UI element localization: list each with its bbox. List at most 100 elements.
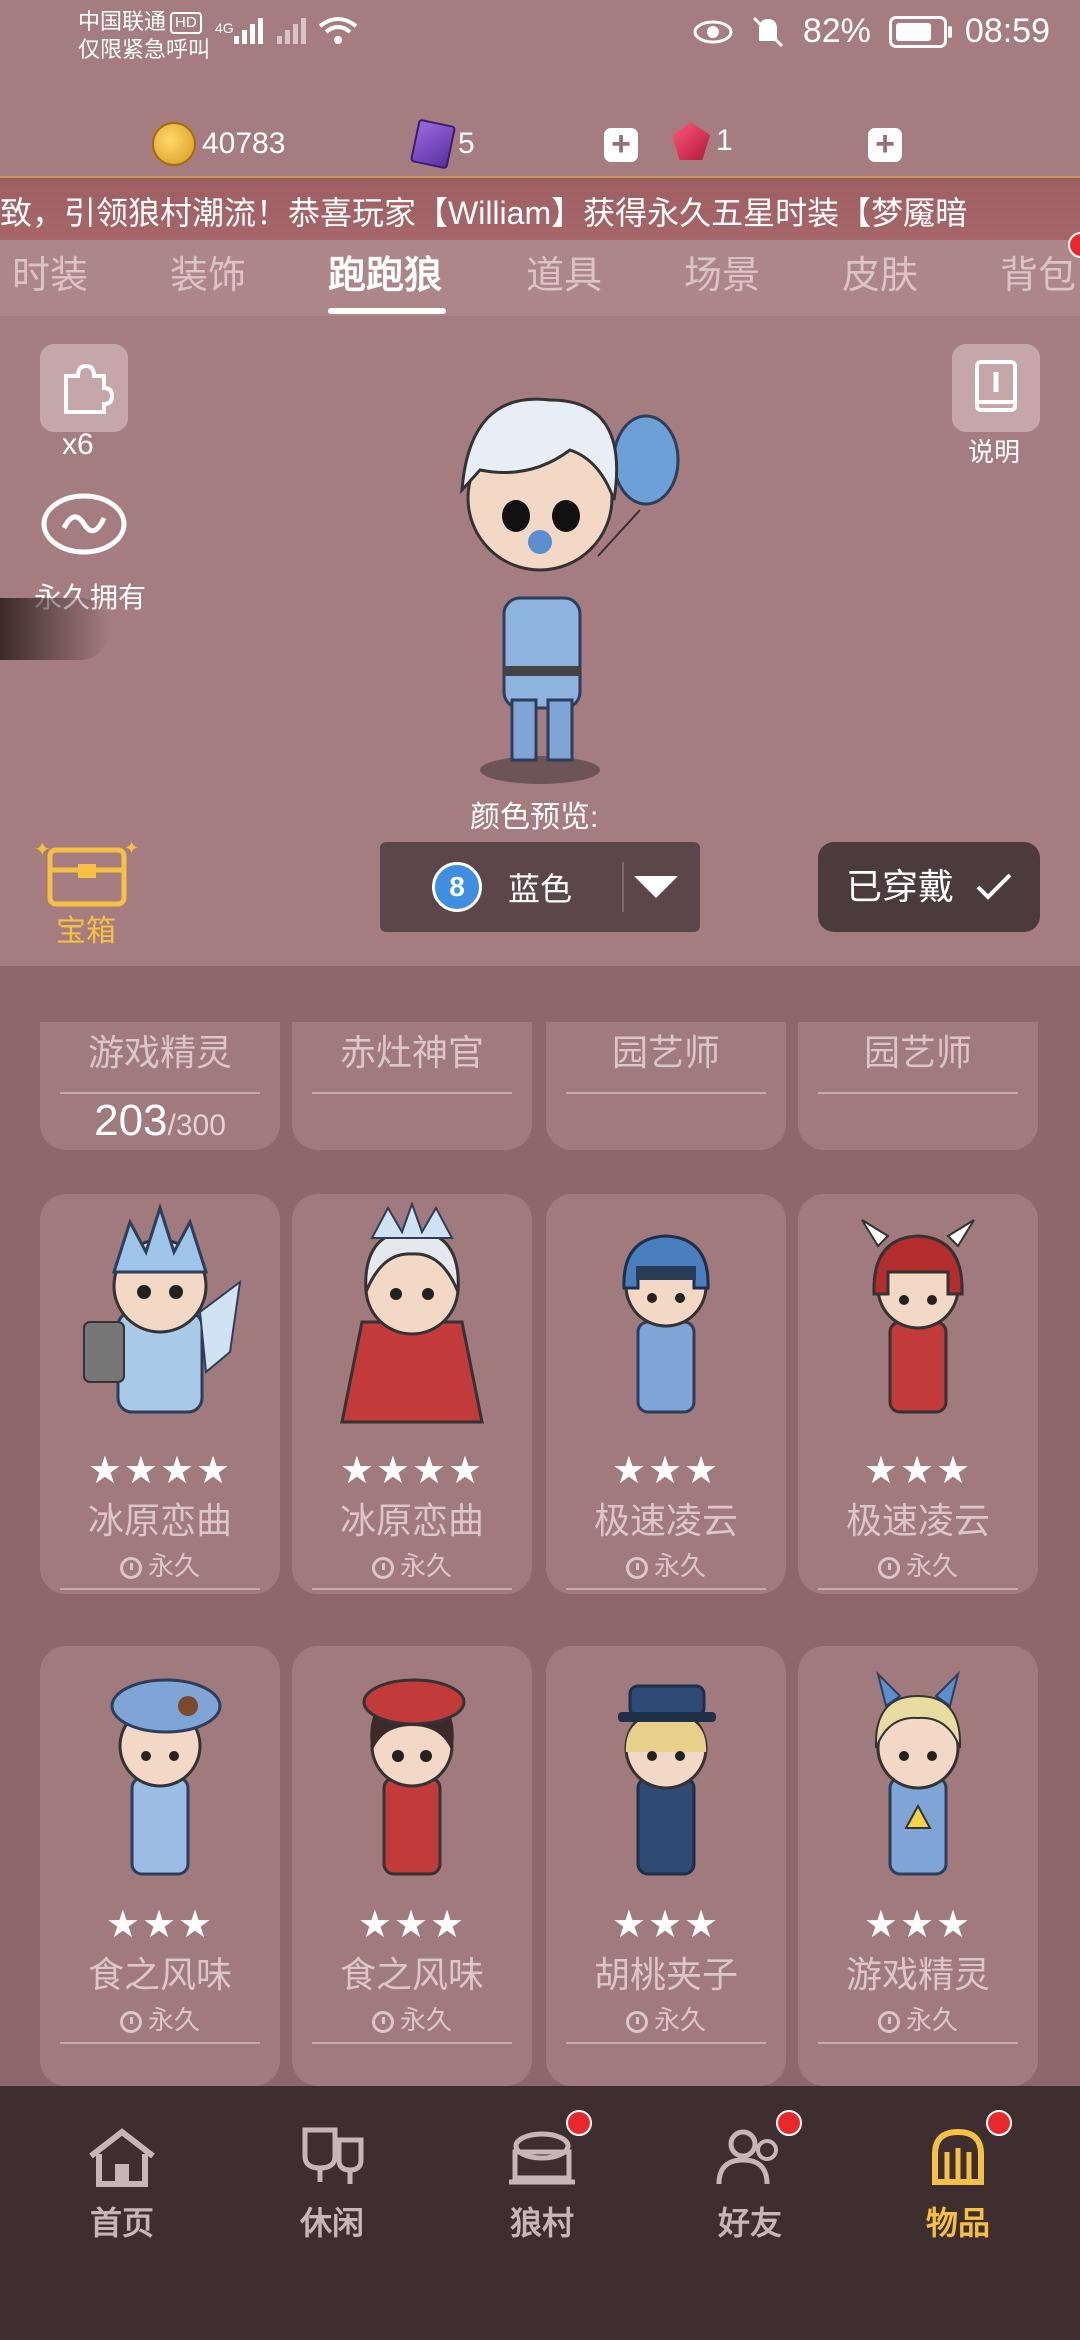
coin-icon xyxy=(152,122,196,166)
ice-knight-avatar xyxy=(83,1203,242,1414)
village-badge xyxy=(566,2110,592,2136)
item-name: 胡桃夹子 xyxy=(593,1954,738,1995)
gem-balance: 1 xyxy=(672,122,733,160)
clock-time: 08:59 xyxy=(964,12,1050,50)
duration-label: 永久 xyxy=(40,2000,280,2037)
item-card[interactable]: 赤灶神官 xyxy=(292,1022,532,1150)
tab-decoration[interactable]: 装饰 xyxy=(170,244,246,299)
tab-scene[interactable]: 场景 xyxy=(684,244,760,299)
item-card[interactable]: ★★★★ 冰原恋曲 永久 xyxy=(40,1194,280,1594)
worn-button[interactable]: 已穿戴 xyxy=(818,842,1040,932)
item-card[interactable]: ★★★ 食之风味 永久 xyxy=(292,1646,532,2086)
tab-props[interactable]: 道具 xyxy=(526,244,602,299)
emergency-text: 仅限紧急呼叫 xyxy=(78,37,211,62)
item-card[interactable]: 园艺师 xyxy=(798,1022,1038,1150)
star-rating: ★★★ xyxy=(611,1450,721,1492)
ice-princess-avatar xyxy=(340,1202,484,1424)
tab-backpack[interactable]: 背包 xyxy=(1000,244,1076,299)
coin-amount: 40783 xyxy=(202,127,286,160)
nav-items[interactable]: 物品 xyxy=(888,2126,1028,2244)
active-tab-indicator xyxy=(328,308,446,314)
select-divider xyxy=(622,862,624,912)
character-preview xyxy=(460,397,680,784)
check-icon xyxy=(976,873,1012,900)
star-rating: ★★★ xyxy=(863,1904,973,1946)
announcement-text: 致，引领狼村潮流！恭喜玩家【William】获得永久五星时装【梦魇暗 xyxy=(0,195,968,231)
nav-label: 首页 xyxy=(89,2205,154,2241)
divider xyxy=(818,2042,1018,2044)
gem-icon xyxy=(672,122,710,160)
signal-2-icon xyxy=(277,18,306,44)
item-name: 园艺师 xyxy=(863,1032,972,1073)
star-rating: ★★★ xyxy=(863,1450,973,1492)
clock-icon xyxy=(877,1557,900,1579)
category-tabs: 时装 装饰 跑跑狼 道具 场景 皮肤 背包 xyxy=(0,240,1080,316)
star-rating: ★★★ xyxy=(611,1904,721,1946)
racer-blue-avatar xyxy=(622,1234,710,1414)
duration-label: 永久 xyxy=(546,1546,786,1583)
item-card[interactable]: ★★★★ 冰原恋曲 永久 xyxy=(292,1194,532,1594)
item-card[interactable]: 游戏精灵 203/300 xyxy=(40,1022,280,1150)
tab-skin[interactable]: 皮肤 xyxy=(842,244,918,299)
leisure-icon xyxy=(302,2127,364,2184)
carrier-info: 中国联通 HD 仅限紧急呼叫 xyxy=(78,8,210,64)
duration-text: 永久 xyxy=(905,1551,958,1581)
item-name: 食之风味 xyxy=(339,1954,484,1995)
puzzle-icon xyxy=(64,363,114,414)
nav-label: 狼村 xyxy=(509,2205,574,2241)
divider xyxy=(60,2042,260,2044)
coin-balance: 40783 xyxy=(152,122,285,166)
chest-icon[interactable]: ✦ ✦ xyxy=(32,836,142,910)
divider xyxy=(818,1092,1018,1094)
clock-icon xyxy=(625,1557,648,1579)
color-select[interactable]: 8 蓝色 xyxy=(380,842,700,932)
add-gem-button[interactable]: + xyxy=(868,127,902,162)
duration-text: 永久 xyxy=(147,1551,200,1581)
side-drawer-handle[interactable] xyxy=(0,598,110,660)
fragments-button[interactable] xyxy=(40,344,128,432)
carrier-name: 中国联通 xyxy=(78,9,167,34)
nav-label: 好友 xyxy=(717,2205,782,2241)
star-rating: ★★★ xyxy=(357,1904,467,1946)
item-card[interactable]: ★★★ 胡桃夹子 永久 xyxy=(546,1646,786,2086)
item-name: 极速凌云 xyxy=(593,1500,738,1541)
item-card[interactable]: ★★★ 食之风味 永久 xyxy=(40,1646,280,2086)
nav-friends[interactable]: 好友 xyxy=(680,2126,820,2244)
star-rating: ★★★★ xyxy=(339,1450,485,1492)
add-ticket-button[interactable]: + xyxy=(604,127,638,162)
nav-leisure[interactable]: 休闲 xyxy=(262,2126,402,2244)
duration-text: 永久 xyxy=(147,2005,200,2035)
worn-label: 已穿戴 xyxy=(846,866,955,907)
item-card[interactable]: ★★★ 游戏精灵 永久 xyxy=(798,1646,1038,2086)
clock-icon xyxy=(371,2011,394,2033)
item-card[interactable]: 园艺师 xyxy=(546,1022,786,1150)
network-type: 4G xyxy=(215,20,234,36)
eye-icon xyxy=(693,20,733,43)
nav-home[interactable]: 首页 xyxy=(52,2126,192,2244)
nav-label: 物品 xyxy=(925,2205,990,2241)
chef-blue-avatar xyxy=(110,1678,222,1876)
item-name: 游戏精灵 xyxy=(845,1954,990,1995)
divider xyxy=(312,1588,512,1590)
battery-percent: 82% xyxy=(802,12,871,50)
friends-badge xyxy=(776,2110,802,2136)
info-button[interactable] xyxy=(952,344,1040,432)
clock-icon xyxy=(877,2011,900,2033)
tab-fashion[interactable]: 时装 xyxy=(12,244,88,299)
color-name: 蓝色 xyxy=(508,871,573,907)
currency-bar: 40783 5 + 1 + xyxy=(0,118,1080,170)
duration-label: 永久 xyxy=(798,1546,1038,1583)
clock-icon xyxy=(119,1557,142,1579)
nav-label: 休闲 xyxy=(299,2205,364,2241)
duration-label: 永久 xyxy=(546,2000,786,2037)
tab-runner-wolf[interactable]: 跑跑狼 xyxy=(328,244,442,299)
chest-label[interactable]: 宝箱 xyxy=(56,906,116,950)
item-card[interactable]: ★★★ 极速凌云 永久 xyxy=(798,1194,1038,1594)
nav-village[interactable]: 狼村 xyxy=(472,2126,612,2244)
item-card[interactable]: ★★★ 极速凌云 永久 xyxy=(546,1194,786,1594)
item-name: 园艺师 xyxy=(611,1032,720,1073)
svg-text:✦: ✦ xyxy=(34,839,51,861)
duration-label: 永久 xyxy=(292,1546,532,1583)
preview-area: x6 永久拥有 说明 颜色预览: 8 蓝色 已穿戴 ✦ ✦ 宝箱 xyxy=(0,316,1080,966)
ticket-icon xyxy=(409,118,457,170)
